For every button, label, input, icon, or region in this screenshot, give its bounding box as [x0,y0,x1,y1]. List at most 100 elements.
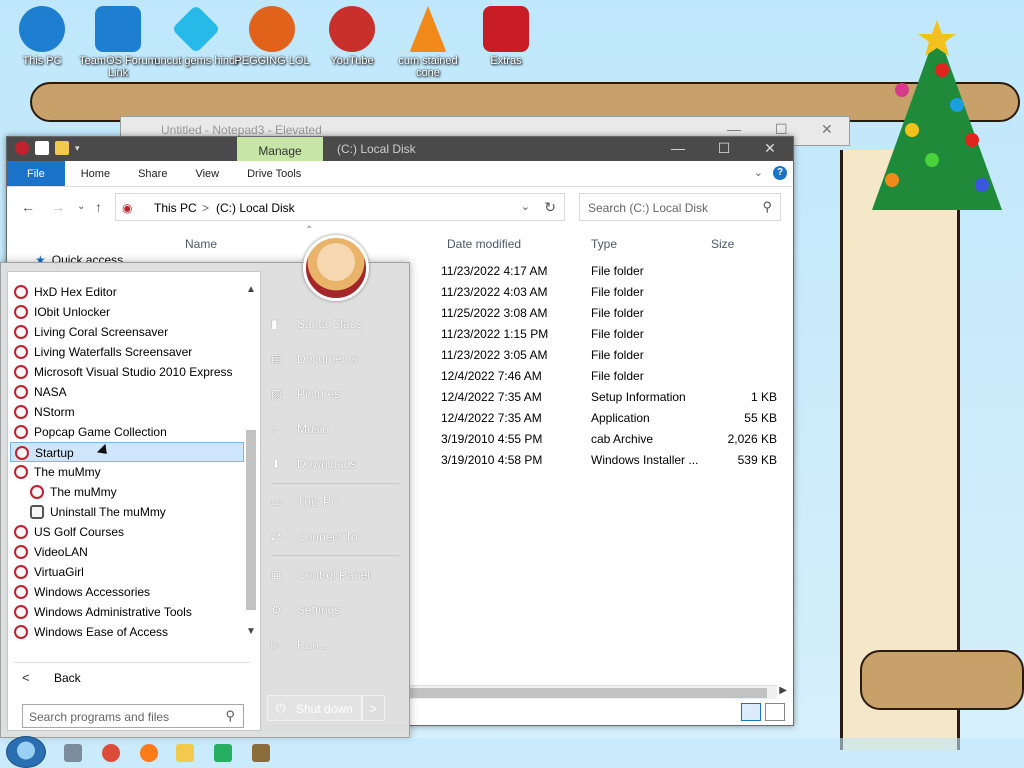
avatar[interactable] [303,235,369,301]
start-search-input[interactable]: Search programs and files ⚲ [22,704,244,728]
shutdown-options-button[interactable]: > [361,695,385,721]
scroll-down-icon[interactable]: ▼ [246,626,256,637]
breadcrumb-this-pc[interactable]: This PC [154,201,197,215]
properties-icon[interactable] [35,141,49,155]
start-link-pictures[interactable]: ▨ Pictures [271,387,340,401]
horizontal-scrollbar[interactable] [407,685,777,699]
shutdown-button[interactable]: ⏻ Shut down [267,695,363,721]
list-item[interactable]: IObit Unlocker [10,302,244,322]
back-arrow-icon[interactable]: ← [21,199,35,215]
list-item[interactable]: HxD Hex Editor [10,282,244,302]
recent-locations-icon[interactable]: ⌄ [77,201,85,212]
program-icon [14,425,28,439]
tab-file[interactable]: File [7,161,65,186]
list-item[interactable]: VideoLAN [10,542,244,562]
desktop-icon-youtube[interactable]: YouTube [310,6,394,67]
close-button[interactable]: ✕ [747,137,793,161]
column-header-size[interactable]: Size [711,237,734,251]
program-icon [15,446,29,460]
firefox-icon[interactable] [140,744,158,762]
list-item[interactable]: NASA [10,382,244,402]
start-link-control-panel[interactable]: ▦ Control Panel [271,568,370,582]
list-item[interactable]: Windows Administrative Tools [10,602,244,622]
program-label: Uninstall The muMmy [50,505,166,519]
list-item[interactable]: VirtuaGirl [10,562,244,582]
start-link-user[interactable]: ▮ Santa Claus [271,317,362,331]
start-link-run[interactable]: ▷ Run... [271,638,329,652]
link-label: Control Panel [297,568,370,582]
desktop-icon-cone[interactable]: cum stained cone [386,6,470,79]
forward-arrow-icon[interactable]: → [51,199,65,215]
list-item[interactable]: Popcap Game Collection [10,422,244,442]
list-item[interactable]: The muMmy [10,462,244,482]
file-explorer-icon[interactable] [176,744,194,762]
program-icon [14,405,28,419]
task-view-icon[interactable] [64,744,82,762]
start-menu[interactable]: HxD Hex Editor IObit Unlocker Living Cor… [0,235,410,738]
close-icon[interactable]: ✕ [821,121,833,138]
minimize-icon[interactable]: — [727,121,741,137]
start-link-downloads[interactable]: ⬇ Downloads [271,457,356,471]
list-item[interactable]: Living Coral Screensaver [10,322,244,342]
list-item[interactable]: Living Waterfalls Screensaver [10,342,244,362]
qat-dropdown-icon[interactable]: ▾ [75,143,80,154]
breadcrumb-local-disk[interactable]: (C:) Local Disk [216,201,295,215]
details-view-icon[interactable] [741,703,761,721]
app-icon[interactable] [252,744,270,762]
help-icon[interactable]: ? [773,166,787,180]
list-item[interactable]: Microsoft Visual Studio 2010 Express [10,362,244,382]
search-placeholder: Search programs and files [29,710,170,724]
downloads-icon: ⬇ [271,457,282,471]
up-arrow-icon[interactable]: ↑ [95,199,102,215]
scrollbar-thumb[interactable] [407,688,767,698]
file-type: File folder [591,327,644,341]
program-label: IObit Unlocker [34,305,111,319]
scroll-right-icon[interactable]: ▶ [779,685,787,696]
column-header-name[interactable]: Name [185,237,217,251]
back-button[interactable]: < Back [16,668,252,690]
desktop-icon-extras[interactable]: Extras [464,6,548,67]
list-item-selected[interactable]: Startup [10,442,244,462]
list-item[interactable]: Windows Accessories [10,582,244,602]
desktop-icon-pegging[interactable]: PEGGING LOL [230,6,314,67]
ribbon-expand-icon[interactable]: ⌄ [754,166,763,179]
maximize-button[interactable]: ☐ [701,137,747,161]
refresh-icon[interactable]: ↻ [544,199,556,216]
start-link-music[interactable]: ♪ Music [271,422,328,436]
address-dropdown-icon[interactable]: ⌄ [521,200,530,213]
start-link-connect-to[interactable]: ⇄ Connect To [271,530,358,544]
start-link-documents[interactable]: ▤ Documents [271,352,358,366]
list-item[interactable]: Uninstall The muMmy [10,502,244,522]
chrome-icon[interactable] [102,744,120,762]
list-item[interactable]: The muMmy [10,482,244,502]
scrollbar-thumb[interactable] [246,430,256,610]
column-header-type[interactable]: Type [591,237,617,251]
search-box[interactable]: Search (C:) Local Disk ⚲ [579,193,781,221]
scroll-up-icon[interactable]: ▲ [246,284,256,295]
programs-scrollbar[interactable]: ▲ ▼ [244,280,258,640]
tab-view[interactable]: View [181,161,233,186]
new-folder-icon[interactable] [55,141,69,155]
tab-drive-tools[interactable]: Drive Tools [233,161,315,186]
start-link-settings[interactable]: ⚙ Settings [271,603,340,617]
start-link-this-pc[interactable]: ▭ This PC [271,495,340,509]
explorer-titlebar[interactable]: ▾ Manage (C:) Local Disk — ☐ ✕ [7,137,793,167]
desktop-icon-uncut-gems[interactable]: uncut gems hindi [154,4,238,67]
start-button[interactable] [6,736,46,768]
desktop-icon-this-pc[interactable]: This PC [0,6,84,67]
list-item[interactable]: Windows Ease of Access [10,622,244,642]
file-type: Application [591,411,650,425]
list-item[interactable]: NStorm [10,402,244,422]
minimize-button[interactable]: — [655,137,701,161]
column-header-date[interactable]: Date modified [447,237,521,251]
list-item[interactable]: US Golf Courses [10,522,244,542]
tab-home[interactable]: Home [65,161,124,186]
address-bar[interactable]: ◉ This PC > (C:) Local Disk ⌄ ↻ [115,193,565,221]
large-icons-view-icon[interactable] [765,703,785,721]
desktop-icon-teamos[interactable]: TeamOS Forum Link [76,6,160,79]
notepad-icon[interactable] [214,744,232,762]
program-icon [14,305,28,319]
back-label: Back [54,671,81,685]
user-icon: ▮ [271,317,278,331]
tab-share[interactable]: Share [124,161,181,186]
